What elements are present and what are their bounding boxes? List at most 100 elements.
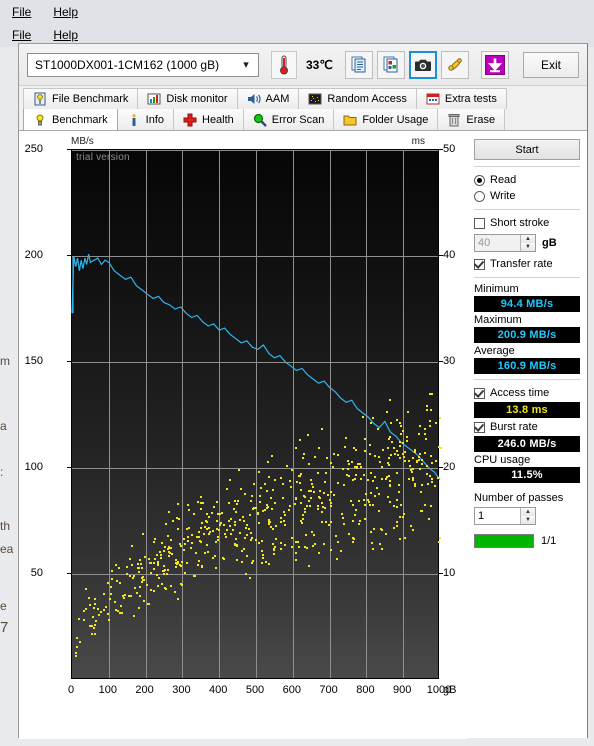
access-time-point bbox=[284, 513, 287, 516]
access-time-point bbox=[94, 623, 97, 626]
access-time-point bbox=[313, 490, 316, 493]
app-window: ST1000DX001-1CM162 (1000 gB) ▾ 33℃ Exit … bbox=[18, 43, 588, 739]
stepper-down-icon[interactable]: ▼ bbox=[521, 516, 535, 524]
tab-erase[interactable]: Erase bbox=[437, 109, 506, 130]
checkbox-transfer-rate[interactable]: Transfer rate bbox=[474, 256, 580, 272]
access-time-point bbox=[321, 510, 324, 513]
start-button[interactable]: Start bbox=[474, 139, 580, 160]
checkbox-burst-rate[interactable]: Burst rate bbox=[474, 419, 580, 435]
access-time-point bbox=[117, 566, 120, 569]
menu-help-ghost[interactable]: Help bbox=[53, 5, 78, 19]
tab-aam[interactable]: AAM bbox=[236, 88, 300, 109]
access-time-point bbox=[370, 492, 373, 495]
access-time-point bbox=[354, 514, 357, 517]
drive-select[interactable]: ST1000DX001-1CM162 (1000 gB) ▾ bbox=[27, 52, 259, 77]
access-time-point bbox=[207, 551, 210, 553]
menu-help[interactable]: Help bbox=[53, 28, 78, 42]
tab-health[interactable]: Health bbox=[173, 109, 244, 130]
access-time-point bbox=[261, 556, 264, 559]
access-time-point bbox=[364, 493, 367, 496]
download-icon[interactable] bbox=[481, 50, 509, 79]
copy-image-icon[interactable] bbox=[377, 50, 405, 79]
tab-disk-monitor[interactable]: Disk monitor bbox=[137, 88, 238, 109]
radio-write[interactable]: Write bbox=[474, 188, 580, 204]
copy-text-icon[interactable] bbox=[345, 50, 373, 79]
access-time-point bbox=[283, 510, 285, 513]
access-time-point bbox=[268, 476, 271, 478]
tab-info[interactable]: Info bbox=[116, 109, 174, 130]
access-time-point bbox=[138, 595, 141, 598]
access-time-point bbox=[424, 452, 426, 455]
access-time-point bbox=[326, 456, 329, 459]
access-time-point bbox=[226, 529, 229, 532]
access-time-point bbox=[90, 624, 93, 627]
menu-file[interactable]: File bbox=[12, 28, 31, 42]
access-time-point bbox=[391, 440, 394, 443]
access-time-point bbox=[214, 541, 217, 544]
access-time-point bbox=[87, 596, 90, 599]
access-time-point bbox=[222, 558, 225, 560]
access-time-point bbox=[374, 476, 377, 478]
access-time-point bbox=[165, 588, 167, 591]
tab-extra-tests[interactable]: Extra tests bbox=[415, 88, 507, 109]
access-time-point bbox=[153, 562, 156, 565]
tab-random-access[interactable]: Random Access bbox=[298, 88, 417, 109]
tab-row-2: Benchmark Info Health Error Scan Folder … bbox=[19, 109, 587, 130]
exit-button[interactable]: Exit bbox=[523, 51, 579, 78]
access-time-point bbox=[381, 449, 384, 451]
access-time-point bbox=[225, 488, 228, 491]
access-time-point bbox=[153, 590, 156, 593]
stepper-up-icon[interactable]: ▲ bbox=[521, 508, 535, 516]
access-time-point bbox=[343, 522, 346, 525]
stepper-down-icon[interactable]: ▼ bbox=[521, 243, 535, 251]
tab-label: Health bbox=[202, 113, 234, 126]
x-axis-tick-label: 400 bbox=[209, 684, 228, 696]
checkbox-short-stroke[interactable]: Short stroke bbox=[474, 215, 580, 231]
stepper-up-icon[interactable]: ▲ bbox=[521, 235, 535, 243]
tab-error-scan[interactable]: Error Scan bbox=[242, 109, 335, 130]
access-time-point bbox=[268, 522, 271, 525]
access-time-point bbox=[137, 607, 140, 610]
access-time-point bbox=[207, 532, 210, 535]
short-stroke-stepper[interactable]: 40 ▲ ▼ bbox=[474, 234, 536, 252]
cpu-usage-value: 11.5% bbox=[474, 467, 580, 483]
access-time-point bbox=[413, 485, 416, 488]
menu-file-ghost[interactable]: File bbox=[12, 5, 31, 19]
tools-icon[interactable] bbox=[441, 50, 469, 79]
tab-file-benchmark[interactable]: File Benchmark bbox=[23, 88, 139, 109]
access-time-point bbox=[94, 632, 97, 635]
tab-label: Error Scan bbox=[271, 113, 325, 126]
access-time-point bbox=[131, 563, 134, 566]
checkbox-access-time[interactable]: Access time bbox=[474, 385, 580, 401]
tab-folder-usage[interactable]: Folder Usage bbox=[333, 109, 439, 130]
access-time-point bbox=[374, 494, 377, 497]
y2-axis-unit: ms bbox=[411, 136, 425, 147]
access-time-point bbox=[385, 478, 388, 480]
stepper-buttons[interactable]: ▲ ▼ bbox=[520, 508, 535, 524]
aam-icon bbox=[247, 92, 261, 106]
access-time-point bbox=[238, 532, 241, 535]
tab-benchmark[interactable]: Benchmark bbox=[23, 109, 118, 130]
passes-stepper[interactable]: 1 ▲ ▼ bbox=[474, 507, 536, 525]
access-time-point bbox=[270, 508, 273, 511]
access-time-point bbox=[85, 588, 88, 591]
access-time-point bbox=[372, 417, 375, 420]
access-time-point bbox=[411, 529, 414, 532]
tab-label: Erase bbox=[466, 113, 496, 126]
access-time-point bbox=[157, 576, 160, 579]
camera-icon[interactable] bbox=[409, 50, 437, 79]
radio-read[interactable]: Read bbox=[474, 172, 580, 188]
progress-row: 1/1 bbox=[474, 534, 580, 548]
access-time-point bbox=[291, 545, 294, 548]
access-time-point bbox=[216, 500, 219, 503]
access-time-point bbox=[396, 471, 399, 474]
start-button-label: Start bbox=[515, 143, 539, 156]
access-time-point bbox=[354, 449, 357, 452]
folder-usage-icon bbox=[343, 113, 357, 127]
content-area: MB/s ms trial version 50 100 150 200 250 1 0 20… bbox=[19, 130, 587, 739]
access-time-point bbox=[190, 534, 193, 537]
access-time-point bbox=[136, 563, 139, 566]
access-time-point bbox=[267, 519, 270, 522]
stepper-buttons[interactable]: ▲ ▼ bbox=[520, 235, 535, 251]
access-time-point bbox=[152, 540, 155, 543]
